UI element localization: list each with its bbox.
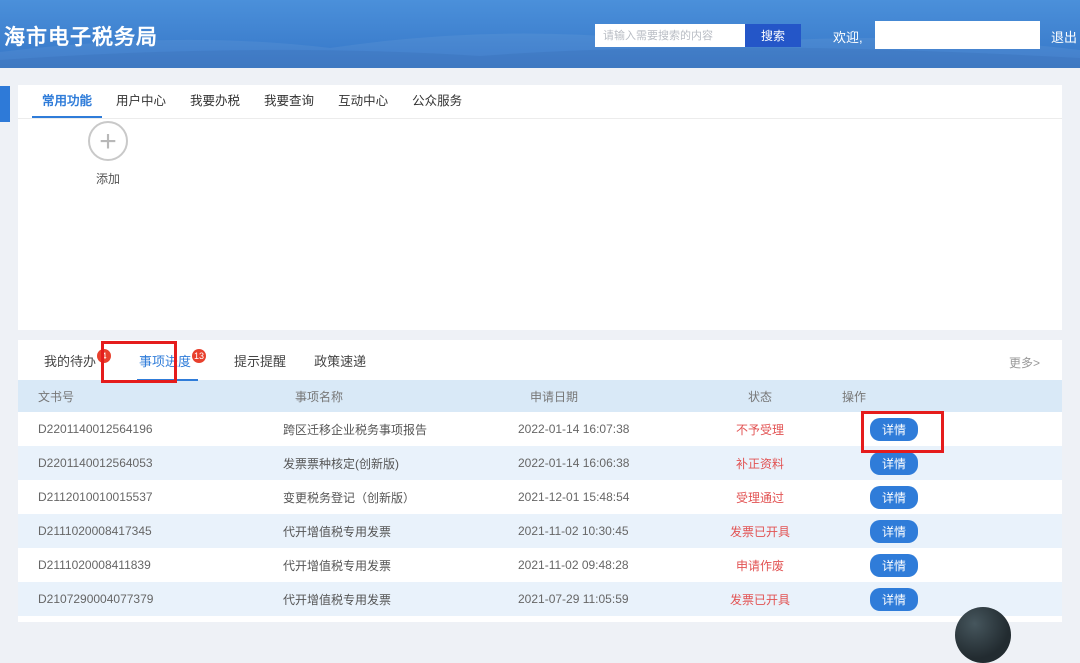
doc-no-cell: D2107290004077379 [38, 592, 283, 606]
username-box [875, 21, 1040, 49]
apply-date-cell: 2021-12-01 15:48:54 [518, 490, 690, 504]
tasks-tab-label: 事项进度 [139, 354, 191, 369]
notification-badge: 13 [192, 349, 206, 363]
tasks-tab-label: 政策速递 [314, 354, 366, 369]
add-label: 添加 [80, 170, 136, 187]
status-cell: 发票已开具 [690, 523, 830, 540]
detail-button[interactable]: 详情 [870, 418, 918, 441]
detail-button[interactable]: 详情 [870, 486, 918, 509]
table-row: D2111020008417345代开增值税专用发票2021-11-02 10:… [18, 514, 1062, 548]
action-cell: 详情 [830, 452, 1062, 475]
notification-badge: 4 [97, 349, 111, 363]
nav-tab-0[interactable]: 常用功能 [40, 85, 94, 118]
detail-button[interactable]: 详情 [870, 588, 918, 611]
tasks-tabs: 我的待办4 事项进度13 提示提醒 政策速递 [18, 340, 1062, 380]
status-cell: 不予受理 [690, 421, 830, 438]
add-function-button[interactable]: + 添加 [80, 121, 136, 187]
floating-button[interactable] [955, 607, 1011, 663]
item-name-cell: 代开增值税专用发票 [283, 591, 518, 608]
progress-table: 文书号事项名称申请日期状态操作 D2201140012564196跨区迁移企业税… [18, 380, 1062, 616]
table-row: D2201140012564053发票票种核定(创新版)2022-01-14 1… [18, 446, 1062, 480]
status-cell: 申请作废 [690, 557, 830, 574]
detail-button[interactable]: 详情 [870, 452, 918, 475]
item-name-cell: 代开增值税专用发票 [283, 557, 518, 574]
table-row: D2201140012564196跨区迁移企业税务事项报告2022-01-14 … [18, 412, 1062, 446]
detail-button[interactable]: 详情 [870, 554, 918, 577]
doc-no-cell: D2112010010015537 [38, 490, 283, 504]
table-row: D2107290004077379代开增值税专用发票2021-07-29 11:… [18, 582, 1062, 616]
apply-date-cell: 2022-01-14 16:06:38 [518, 456, 690, 470]
action-cell: 详情 [830, 418, 1062, 441]
search-button[interactable]: 搜索 [745, 24, 801, 47]
item-name-cell: 跨区迁移企业税务事项报告 [283, 421, 518, 438]
apply-date-cell: 2021-11-02 10:30:45 [518, 524, 690, 538]
doc-no-cell: D2201140012564053 [38, 456, 283, 470]
status-cell: 补正资料 [690, 455, 830, 472]
action-cell: 详情 [830, 486, 1062, 509]
item-name-cell: 发票票种核定(创新版) [283, 455, 518, 472]
table-row: D2111020008411839代开增值税专用发票2021-11-02 09:… [18, 548, 1062, 582]
column-header-1: 事项名称 [283, 388, 518, 405]
doc-no-cell: D2111020008417345 [38, 524, 283, 538]
functions-panel: 常用功能用户中心我要办税我要查询互动中心公众服务 + 添加 [18, 85, 1062, 330]
table-header-row: 文书号事项名称申请日期状态操作 [18, 380, 1062, 412]
search-input[interactable] [595, 24, 745, 47]
search-group: 搜索 [595, 24, 801, 47]
apply-date-cell: 2021-11-02 09:48:28 [518, 558, 690, 572]
logout-link[interactable]: 退出 [1051, 27, 1077, 46]
item-name-cell: 代开增值税专用发票 [283, 523, 518, 540]
more-link[interactable]: 更多> [1009, 354, 1040, 371]
nav-tab-3[interactable]: 我要查询 [262, 85, 316, 118]
site-title: 海市电子税务局 [4, 21, 158, 51]
table-row: D2112010010015537变更税务登记（创新版）2021-12-01 1… [18, 480, 1062, 514]
apply-date-cell: 2022-01-14 16:07:38 [518, 422, 690, 436]
nav-tab-4[interactable]: 互动中心 [336, 85, 390, 118]
action-cell: 详情 [830, 588, 1062, 611]
tasks-tab-label: 提示提醒 [234, 354, 286, 369]
table-body: D2201140012564196跨区迁移企业税务事项报告2022-01-14 … [18, 412, 1062, 616]
nav-tab-1[interactable]: 用户中心 [114, 85, 168, 118]
doc-no-cell: D2111020008411839 [38, 558, 283, 572]
column-header-3: 状态 [690, 388, 830, 405]
tasks-tab-0[interactable]: 我的待办4 [42, 351, 113, 370]
nav-tab-5[interactable]: 公众服务 [410, 85, 464, 118]
column-header-4: 操作 [830, 388, 1062, 405]
main-nav: 常用功能用户中心我要办税我要查询互动中心公众服务 [18, 85, 1062, 119]
action-cell: 详情 [830, 554, 1062, 577]
status-cell: 发票已开具 [690, 591, 830, 608]
detail-button[interactable]: 详情 [870, 520, 918, 543]
tasks-tab-2[interactable]: 提示提醒 [232, 351, 288, 370]
tasks-tab-1[interactable]: 事项进度13 [137, 351, 208, 370]
nav-tab-2[interactable]: 我要办税 [188, 85, 242, 118]
side-edge-tab[interactable] [0, 86, 10, 122]
item-name-cell: 变更税务登记（创新版） [283, 489, 518, 506]
tasks-panel: 我的待办4 事项进度13 提示提醒 政策速递 更多> 文书号事项名称申请日期状态操作 … [18, 340, 1062, 622]
apply-date-cell: 2021-07-29 11:05:59 [518, 592, 690, 606]
tasks-tab-label: 我的待办 [44, 354, 96, 369]
tasks-tab-3[interactable]: 政策速递 [312, 351, 368, 370]
welcome-label: 欢迎, [833, 27, 863, 46]
plus-icon: + [88, 121, 128, 161]
top-header: 海市电子税务局 搜索 欢迎, 退出 [0, 0, 1080, 68]
column-header-2: 申请日期 [518, 388, 690, 405]
action-cell: 详情 [830, 520, 1062, 543]
status-cell: 受理通过 [690, 489, 830, 506]
doc-no-cell: D2201140012564196 [38, 422, 283, 436]
column-header-0: 文书号 [38, 388, 283, 405]
